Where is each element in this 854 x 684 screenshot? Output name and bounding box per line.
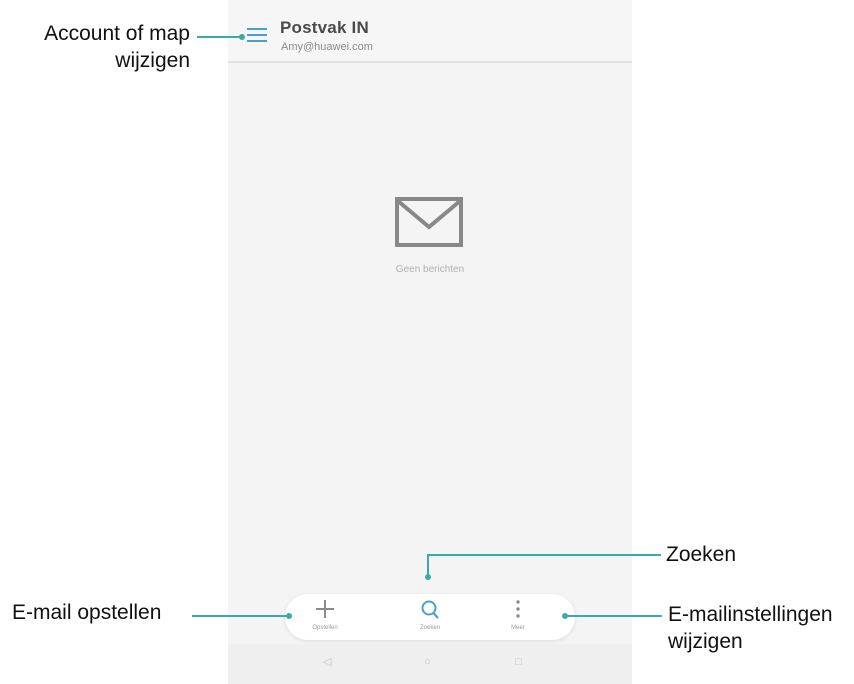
callout-compose-line — [192, 615, 288, 617]
callout-settings-line — [566, 615, 662, 617]
callout-menu-line — [197, 36, 241, 38]
hamburger-menu-icon[interactable] — [247, 28, 267, 42]
system-navigation-bar: ◁ ○ □ — [228, 644, 632, 684]
bottom-action-bar: Opstellen Zoeken Meer — [285, 594, 575, 640]
plus-icon — [316, 600, 334, 618]
search-icon — [421, 600, 439, 619]
app-bar: Postvak IN Amy@huawei.com — [228, 0, 632, 62]
more-label: Meer — [511, 625, 525, 631]
callout-menu-dot — [239, 34, 245, 40]
callout-menu-line1: Account of map — [44, 22, 190, 45]
phone-screen: Postvak IN Amy@huawei.com Geen berichten… — [228, 0, 632, 684]
callout-compose-label: E-mail opstellen — [12, 601, 162, 624]
back-nav-icon[interactable]: ◁ — [323, 657, 331, 668]
callout-menu-label: Account of map wijzigen — [44, 20, 190, 74]
callout-settings-line1: E-mailinstellingen — [668, 603, 833, 626]
callout-settings-label: E-mailinstellingen wijzigen — [668, 601, 833, 655]
callout-settings-dot — [562, 613, 568, 619]
empty-state-text: Geen berichten — [395, 264, 465, 275]
callout-search-label: Zoeken — [666, 543, 737, 566]
callout-search-dot — [425, 574, 431, 580]
callout-menu-line2: wijzigen — [115, 49, 190, 72]
callout-search-line — [427, 554, 661, 556]
mailbox-title: Postvak IN — [280, 18, 369, 37]
compose-button[interactable]: Opstellen — [290, 594, 360, 640]
envelope-icon — [394, 196, 464, 248]
more-button[interactable]: Meer — [483, 594, 553, 640]
home-nav-icon[interactable]: ○ — [424, 657, 431, 668]
search-label: Zoeken — [419, 625, 440, 631]
appbar-divider — [228, 61, 632, 63]
callout-search-vline — [427, 554, 429, 576]
more-vertical-icon — [516, 600, 520, 618]
callout-compose-dot — [286, 613, 292, 619]
search-button[interactable]: Zoeken — [395, 594, 465, 640]
recents-nav-icon[interactable]: □ — [515, 657, 522, 668]
callout-settings-line2: wijzigen — [668, 630, 743, 653]
account-email: Amy@huawei.com — [281, 41, 373, 53]
compose-label: Opstellen — [312, 625, 338, 631]
